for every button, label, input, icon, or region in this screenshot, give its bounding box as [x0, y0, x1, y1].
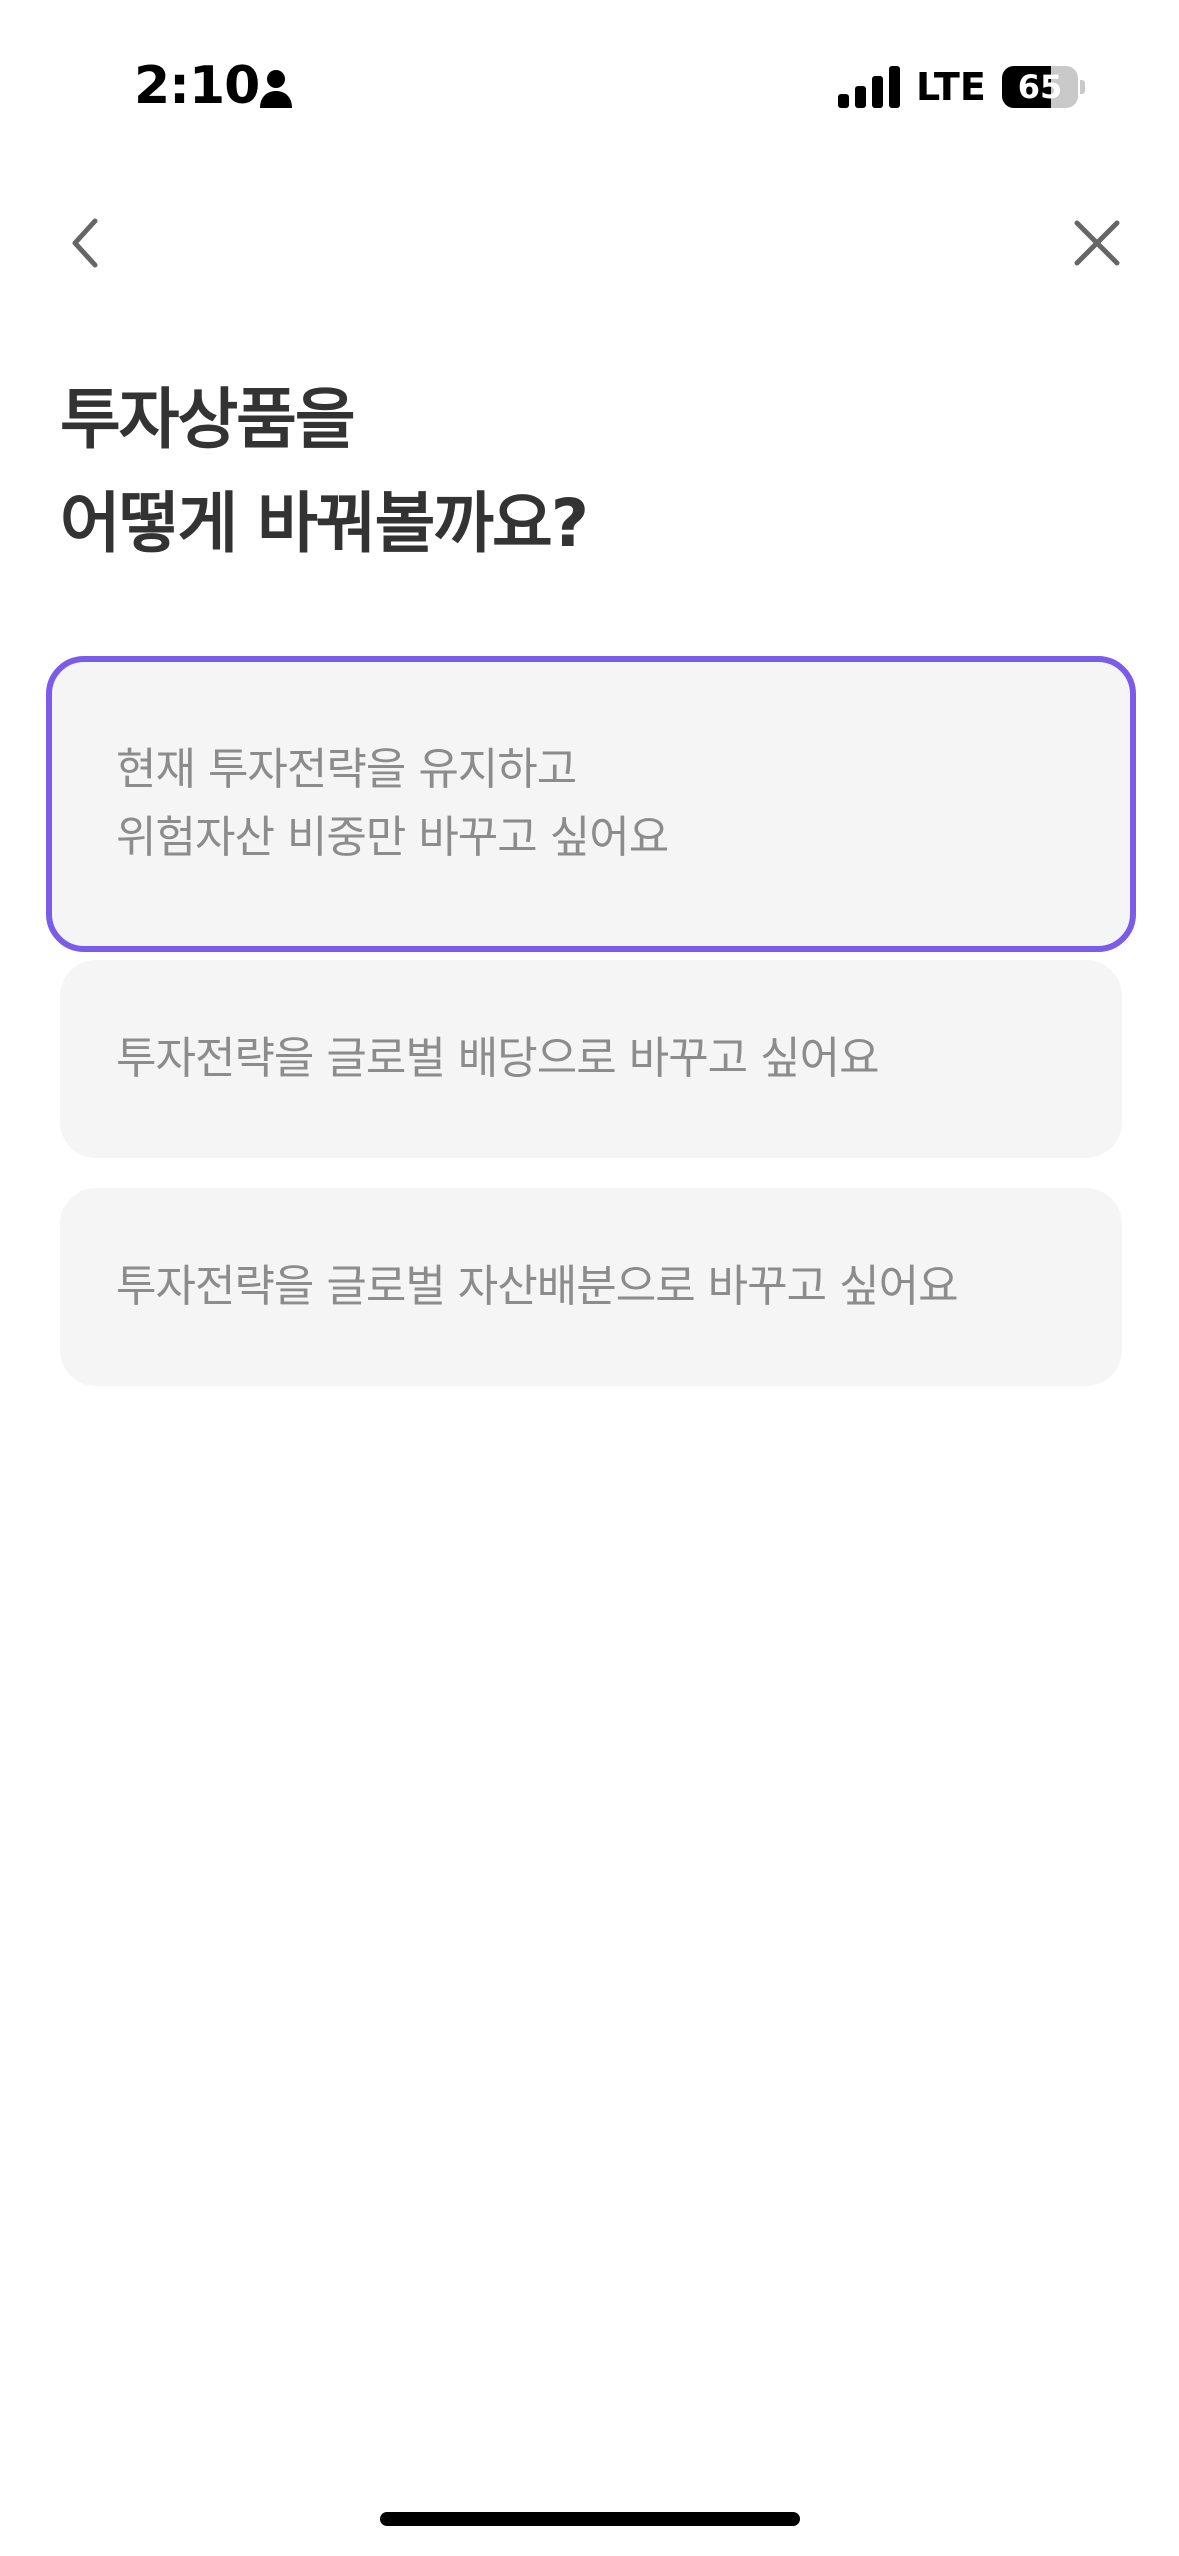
- battery-percentage: 65: [1017, 68, 1063, 106]
- chevron-left-icon: [72, 218, 98, 268]
- back-button[interactable]: [40, 198, 130, 288]
- battery-icon: 65: [1002, 66, 1085, 108]
- status-bar: 2:10 LTE 65: [0, 0, 1179, 150]
- option-keep-strategy-change-risk[interactable]: 현재 투자전략을 유지하고 위험자산 비중만 바꾸고 싶어요: [46, 656, 1136, 952]
- person-icon: [260, 70, 292, 108]
- network-label: LTE: [916, 65, 986, 109]
- home-indicator[interactable]: [380, 2512, 800, 2526]
- signal-icon: [838, 66, 900, 108]
- close-icon: [1074, 220, 1120, 266]
- option-global-asset-allocation[interactable]: 투자전략을 글로벌 자산배분으로 바꾸고 싶어요: [60, 1188, 1122, 1386]
- status-time: 2:10: [134, 56, 260, 116]
- option-global-dividend[interactable]: 투자전략을 글로벌 배당으로 바꾸고 싶어요: [60, 960, 1122, 1158]
- battery-body: 65: [1002, 66, 1078, 108]
- battery-nub: [1080, 80, 1085, 94]
- title-line-2: 어떻게 바꿔볼까요?: [60, 485, 589, 562]
- close-button[interactable]: [1052, 198, 1142, 288]
- option-label: 투자전략을 글로벌 자산배분으로 바꾸고 싶어요: [116, 1261, 959, 1312]
- option-label: 투자전략을 글로벌 배당으로 바꾸고 싶어요: [116, 1033, 880, 1084]
- option-label-line-2: 위험자산 비중만 바꾸고 싶어요: [116, 812, 669, 863]
- title-line-1: 투자상품을: [60, 381, 356, 458]
- option-label-line-1: 현재 투자전략을 유지하고: [116, 744, 577, 795]
- page-title: 투자상품을 어떻게 바꿔볼까요?: [60, 368, 1120, 576]
